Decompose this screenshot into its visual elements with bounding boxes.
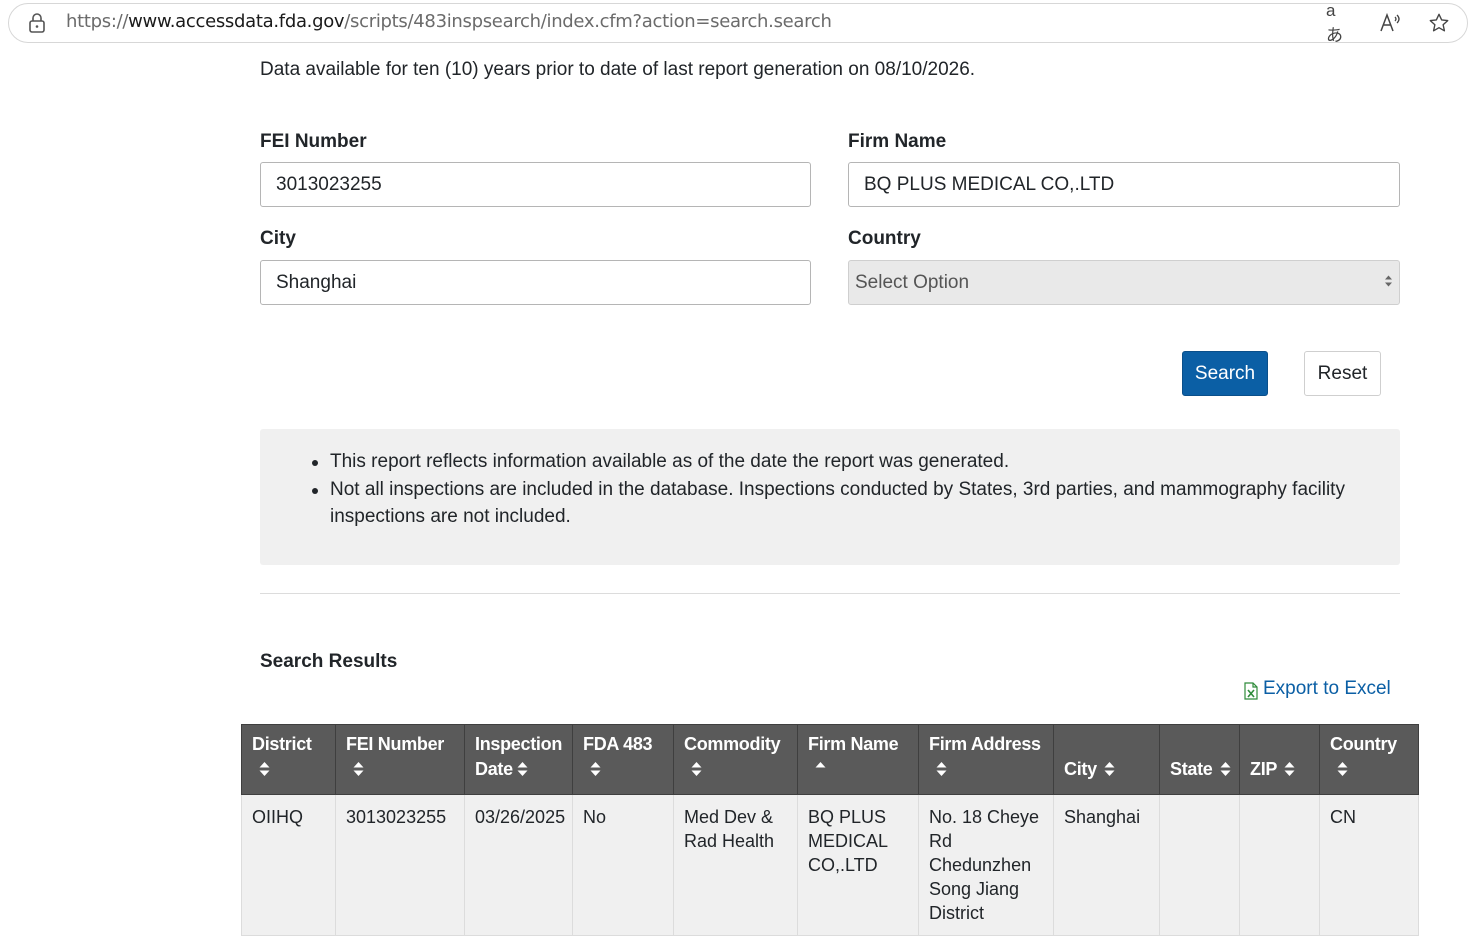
reset-button[interactable]: Reset — [1304, 351, 1381, 396]
translate-icon[interactable]: aあ — [1326, 1, 1352, 45]
lock-icon[interactable] — [28, 13, 46, 33]
cell-state — [1159, 794, 1240, 936]
sort-icon — [590, 762, 601, 776]
excel-icon — [1244, 681, 1258, 700]
cell-city: Shanghai — [1053, 794, 1160, 936]
search-button[interactable]: Search — [1182, 351, 1268, 396]
table-header-row: District FEI Number Inspection Date FDA … — [241, 724, 1419, 795]
column-header-zip[interactable]: ZIP — [1239, 724, 1320, 795]
cell-firm-name: BQ PLUS MEDICAL CO,.LTD — [797, 794, 919, 936]
sort-icon — [1104, 762, 1115, 776]
column-header-inspection-date[interactable]: Inspection Date — [464, 724, 573, 795]
url-text[interactable]: https://www.accessdata.fda.gov/scripts/4… — [66, 11, 832, 32]
column-header-city[interactable]: City — [1053, 724, 1160, 795]
export-label: Export to Excel — [1263, 678, 1391, 699]
info-panel: This report reflects information availab… — [260, 429, 1400, 565]
column-header-commodity[interactable]: Commodity — [673, 724, 798, 795]
page-content: Data available for ten (10) years prior … — [0, 47, 1470, 949]
inspection-date-header-label: Inspection Date — [475, 734, 563, 779]
results-table: District FEI Number Inspection Date FDA … — [241, 724, 1419, 936]
fei-number-label: FEI Number — [260, 131, 367, 152]
cell-commodity: Med Dev & Rad Health — [673, 794, 798, 936]
table-row: OIIHQ 3013023255 03/26/2025 No Med Dev &… — [241, 794, 1419, 936]
column-header-country[interactable]: Country — [1319, 724, 1419, 795]
browser-address-bar: https://www.accessdata.fda.gov/scripts/4… — [0, 0, 1470, 47]
cell-zip — [1239, 794, 1320, 936]
sort-icon — [691, 762, 702, 776]
star-icon[interactable] — [1426, 10, 1452, 36]
section-divider — [260, 593, 1400, 594]
read-aloud-icon[interactable] — [1377, 10, 1403, 36]
sort-icon — [1284, 762, 1295, 776]
cell-inspection-date: 03/26/2025 — [464, 794, 573, 936]
data-availability-notice: Data available for ten (10) years prior … — [260, 59, 976, 80]
column-header-district[interactable]: District — [241, 724, 336, 795]
search-results-title: Search Results — [260, 651, 398, 672]
sort-icon — [1337, 762, 1348, 776]
sort-icon — [517, 762, 528, 776]
cell-firm-address: No. 18 Cheye Rd Chedunzhen Song Jiang Di… — [918, 794, 1054, 936]
sort-icon — [353, 762, 364, 776]
sort-icon — [259, 762, 270, 776]
city-input[interactable]: Shanghai — [260, 260, 811, 305]
column-header-fei-number[interactable]: FEI Number — [335, 724, 465, 795]
column-header-fda-483[interactable]: FDA 483 — [572, 724, 674, 795]
cell-fda-483: No — [572, 794, 674, 936]
firm-name-label: Firm Name — [848, 131, 947, 152]
sort-icon — [936, 762, 947, 776]
column-header-state[interactable]: State — [1159, 724, 1240, 795]
country-label: Country — [848, 228, 921, 249]
firm-name-input[interactable]: BQ PLUS MEDICAL CO,.LTD — [848, 162, 1400, 207]
cell-country: CN — [1319, 794, 1419, 936]
fei-number-input[interactable]: 3013023255 — [260, 162, 811, 207]
city-label: City — [260, 228, 296, 249]
country-select-value: Select Option — [855, 272, 970, 293]
cell-fei-number: 3013023255 — [335, 794, 465, 936]
export-to-excel-link[interactable]: Export to Excel — [1244, 678, 1391, 700]
cell-district: OIIHQ — [241, 794, 336, 936]
info-list: This report reflects information availab… — [312, 448, 1390, 531]
select-arrows-icon — [1385, 275, 1392, 287]
column-header-firm-address[interactable]: Firm Address — [918, 724, 1054, 795]
sort-asc-icon — [815, 762, 826, 768]
info-item: Not all inspections are included in the … — [312, 476, 1390, 531]
column-header-firm-name[interactable]: Firm Name — [797, 724, 919, 795]
info-item: This report reflects information availab… — [312, 448, 1390, 476]
country-select[interactable]: Select Option — [848, 260, 1400, 305]
sort-icon — [1220, 762, 1231, 776]
